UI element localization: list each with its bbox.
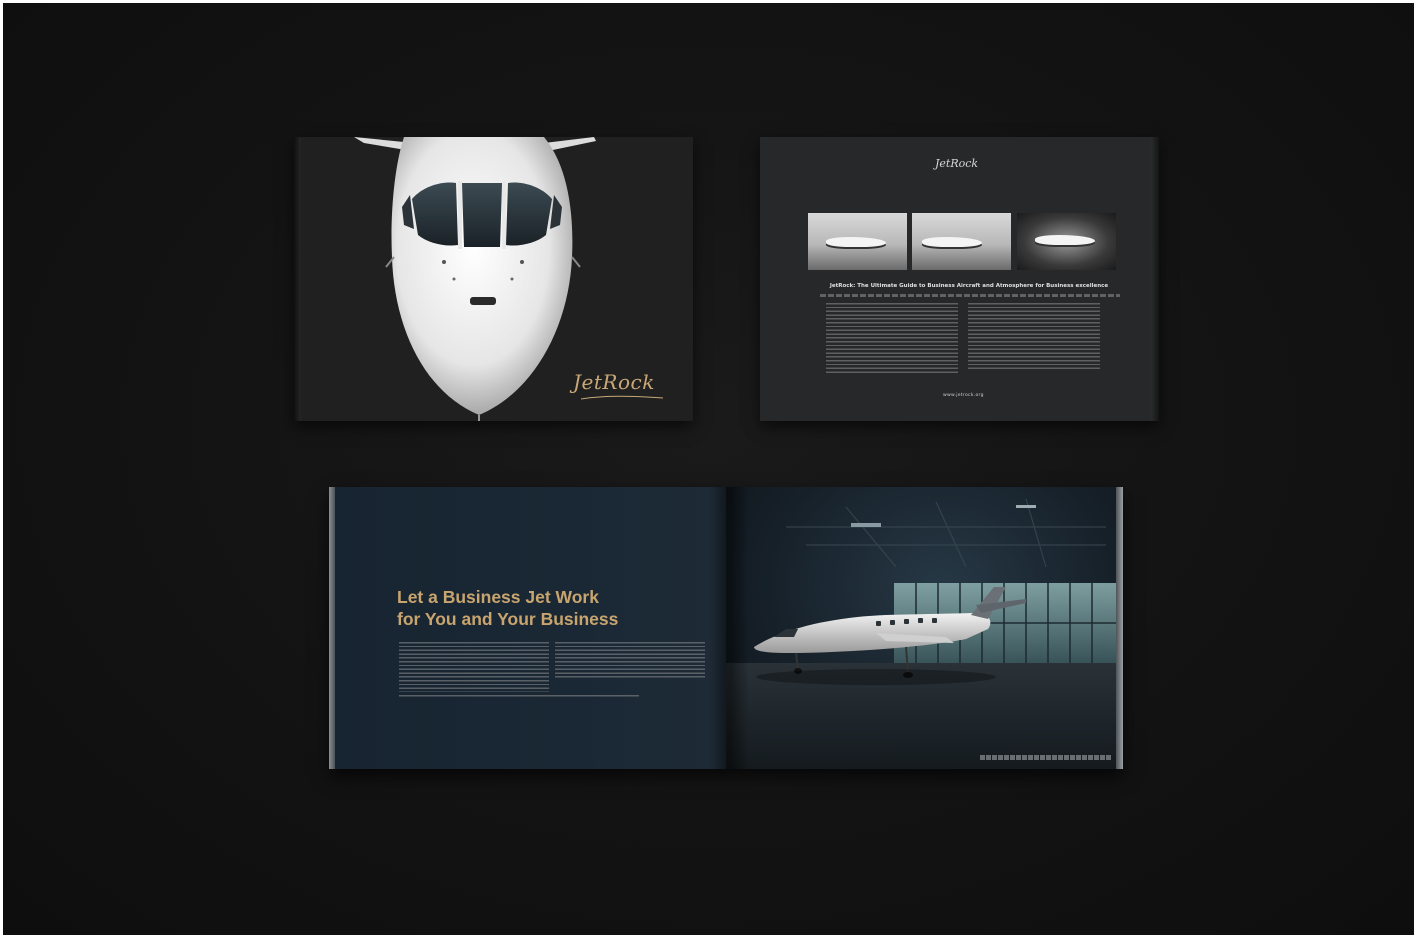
spread-edge-left	[329, 487, 335, 769]
spread-headline: Let a Business Jet Work for You and Your…	[397, 586, 618, 630]
spread-text-column-right	[555, 642, 705, 680]
spread-footnote	[399, 695, 639, 699]
mockup-stage: JetRock JetRock JetRock: The Ultimate Gu…	[3, 3, 1414, 935]
headline-line-1: Let a Business Jet Work	[397, 587, 599, 607]
back-photo-1	[808, 213, 907, 270]
back-cover: JetRock JetRock: The Ultimate Guide to B…	[760, 137, 1159, 421]
spread-right-page	[726, 487, 1116, 769]
spread-text-column-left	[399, 642, 549, 692]
spread-edge-right	[1116, 487, 1123, 769]
back-cover-subheading	[820, 294, 1120, 297]
back-photo-2	[912, 213, 1011, 270]
front-cover-logo: JetRock	[573, 370, 655, 394]
back-text-column-right	[968, 303, 1100, 369]
photo-caption	[980, 755, 1112, 760]
headline-line-2: for You and Your Business	[397, 609, 619, 629]
back-photo-3	[1017, 213, 1116, 270]
spread-gutter	[709, 487, 749, 769]
back-cover-logo: JetRock	[935, 157, 979, 170]
back-cover-website: www.jetrock.org	[943, 393, 984, 398]
back-cover-spine	[1151, 137, 1159, 421]
logo-swoosh-icon	[581, 395, 663, 400]
open-brochure-spread: Let a Business Jet Work for You and Your…	[329, 487, 1123, 769]
back-text-column-left	[826, 303, 958, 375]
back-cover-heading: JetRock: The Ultimate Guide to Business …	[829, 283, 1109, 289]
hangar-jet-photo	[726, 498, 1116, 769]
